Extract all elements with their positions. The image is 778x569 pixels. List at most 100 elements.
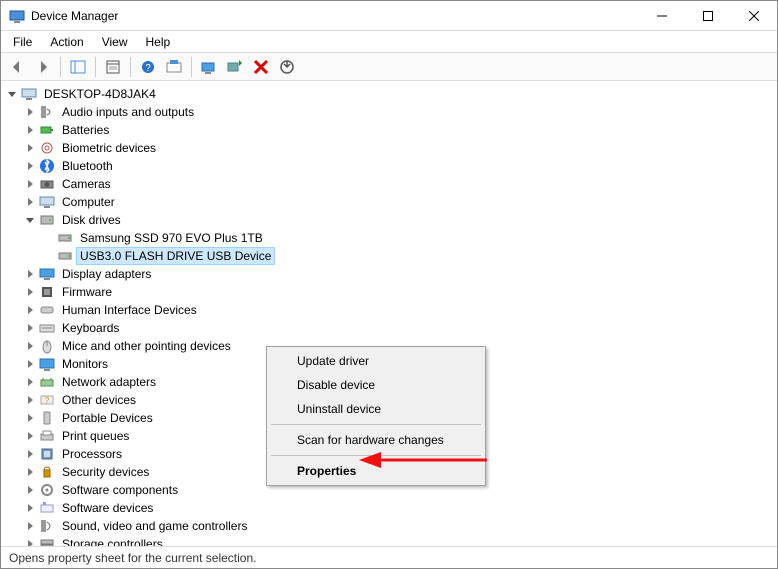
chevron-right-icon[interactable] (23, 303, 37, 317)
menu-action[interactable]: Action (42, 33, 91, 51)
window-buttons (639, 1, 777, 31)
category-label: Monitors (59, 356, 111, 372)
category-label: Security devices (59, 464, 152, 480)
category-icon (39, 518, 55, 534)
app-icon (9, 8, 25, 24)
category-label: Keyboards (59, 320, 122, 336)
category-label: Audio inputs and outputs (59, 104, 197, 120)
show-hide-console-tree-button[interactable] (66, 55, 90, 79)
menubar: File Action View Help (1, 31, 777, 53)
tree-category[interactable]: Bluetooth (5, 157, 777, 175)
close-button[interactable] (731, 1, 777, 31)
chevron-right-icon[interactable] (23, 339, 37, 353)
tree-category[interactable]: Keyboards (5, 319, 777, 337)
category-label: Display adapters (59, 266, 154, 282)
category-icon (39, 140, 55, 156)
chevron-right-icon[interactable] (23, 429, 37, 443)
tree-category[interactable]: Disk drives (5, 211, 777, 229)
chevron-right-icon[interactable] (23, 519, 37, 533)
category-label: Mice and other pointing devices (59, 338, 234, 354)
toolbar: ? (1, 53, 777, 81)
category-icon (39, 284, 55, 300)
ctx-update-driver[interactable]: Update driver (269, 349, 483, 373)
category-icon: ? (39, 392, 55, 408)
chevron-right-icon[interactable] (23, 195, 37, 209)
menu-view[interactable]: View (94, 33, 136, 51)
toolbar-separator (95, 57, 96, 77)
menu-help[interactable]: Help (138, 33, 179, 51)
ctx-disable-device[interactable]: Disable device (269, 373, 483, 397)
category-icon (39, 212, 55, 228)
tree-device[interactable]: Samsung SSD 970 EVO Plus 1TB (5, 229, 777, 247)
tree-category[interactable]: Firmware (5, 283, 777, 301)
expander-spacer (41, 231, 55, 245)
expander-spacer (41, 249, 55, 263)
category-icon (39, 320, 55, 336)
tree-category[interactable]: Computer (5, 193, 777, 211)
ctx-separator (271, 424, 481, 425)
tree-root[interactable]: DESKTOP-4D8JAK4 (5, 85, 777, 103)
category-icon (39, 356, 55, 372)
chevron-right-icon[interactable] (23, 105, 37, 119)
ctx-scan-hardware[interactable]: Scan for hardware changes (269, 428, 483, 452)
device-label: Samsung SSD 970 EVO Plus 1TB (77, 230, 266, 246)
back-button[interactable] (5, 55, 29, 79)
chevron-right-icon[interactable] (23, 375, 37, 389)
chevron-right-icon[interactable] (23, 501, 37, 515)
uninstall-button[interactable] (249, 55, 273, 79)
update-driver-button[interactable] (197, 55, 221, 79)
scan-hardware-button[interactable] (223, 55, 247, 79)
chevron-right-icon[interactable] (23, 123, 37, 137)
computer-icon (21, 86, 37, 102)
category-label: Software components (59, 482, 181, 498)
tree-category[interactable]: Biometric devices (5, 139, 777, 157)
category-label: Computer (59, 194, 118, 210)
tree-category[interactable]: Display adapters (5, 265, 777, 283)
action-center-button[interactable] (162, 55, 186, 79)
chevron-right-icon[interactable] (23, 267, 37, 281)
chevron-right-icon[interactable] (23, 357, 37, 371)
chevron-right-icon[interactable] (23, 537, 37, 546)
chevron-right-icon[interactable] (23, 447, 37, 461)
disk-icon (57, 248, 73, 264)
menu-file[interactable]: File (5, 33, 40, 51)
chevron-down-icon[interactable] (23, 213, 37, 227)
category-label: Disk drives (59, 212, 124, 228)
device-label: USB3.0 FLASH DRIVE USB Device (77, 248, 274, 264)
chevron-right-icon[interactable] (23, 393, 37, 407)
chevron-right-icon[interactable] (23, 159, 37, 173)
category-label: Batteries (59, 122, 112, 138)
category-icon (39, 122, 55, 138)
tree-category[interactable]: Cameras (5, 175, 777, 193)
chevron-right-icon[interactable] (23, 411, 37, 425)
tree-category[interactable]: Audio inputs and outputs (5, 103, 777, 121)
chevron-right-icon[interactable] (23, 285, 37, 299)
tree-category[interactable]: Software devices (5, 499, 777, 517)
ctx-separator (271, 455, 481, 456)
chevron-right-icon[interactable] (23, 465, 37, 479)
help-button[interactable]: ? (136, 55, 160, 79)
tree-category[interactable]: Batteries (5, 121, 777, 139)
category-label: Print queues (59, 428, 132, 444)
maximize-button[interactable] (685, 1, 731, 31)
category-label: Storage controllers (59, 536, 166, 546)
tree-category[interactable]: Storage controllers (5, 535, 777, 546)
toolbar-separator (191, 57, 192, 77)
tree-category[interactable]: Sound, video and game controllers (5, 517, 777, 535)
category-icon (39, 176, 55, 192)
chevron-right-icon[interactable] (23, 321, 37, 335)
chevron-right-icon[interactable] (23, 141, 37, 155)
tree-device[interactable]: USB3.0 FLASH DRIVE USB Device (5, 247, 777, 265)
category-icon (39, 464, 55, 480)
chevron-down-icon[interactable] (5, 87, 19, 101)
chevron-right-icon[interactable] (23, 177, 37, 191)
ctx-uninstall-device[interactable]: Uninstall device (269, 397, 483, 421)
minimize-button[interactable] (639, 1, 685, 31)
disable-button[interactable] (275, 55, 299, 79)
forward-button[interactable] (31, 55, 55, 79)
chevron-right-icon[interactable] (23, 483, 37, 497)
category-icon (39, 500, 55, 516)
ctx-properties[interactable]: Properties (269, 459, 483, 483)
properties-button[interactable] (101, 55, 125, 79)
tree-category[interactable]: Human Interface Devices (5, 301, 777, 319)
